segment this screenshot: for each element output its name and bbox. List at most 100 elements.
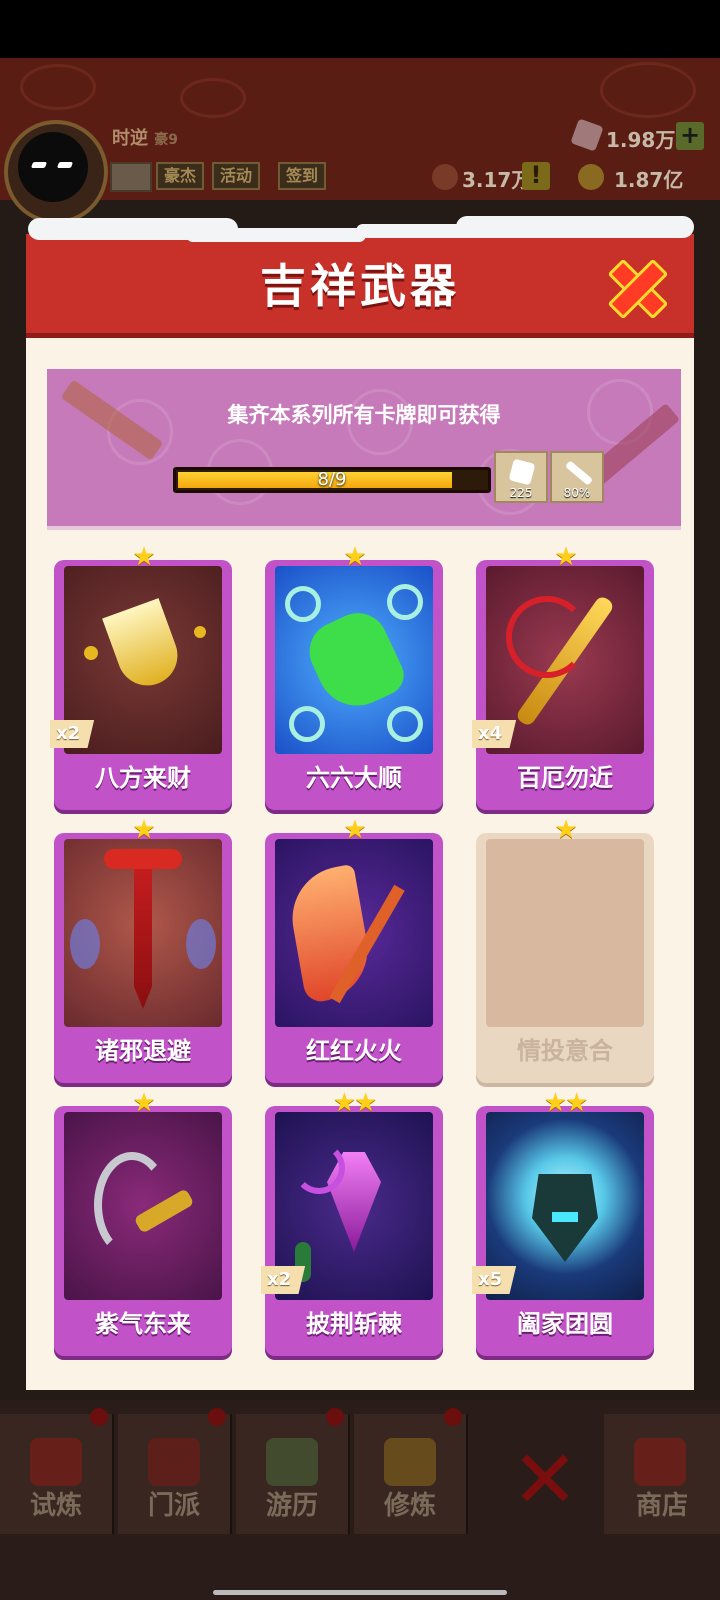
checkin-button[interactable]: 签到 — [278, 162, 327, 190]
sword-icon — [564, 460, 594, 486]
card-hejia-tuanyuan[interactable]: x5 阖家团圆 ★★ — [472, 1090, 654, 1358]
nav-trial[interactable]: 试炼 — [0, 1408, 114, 1534]
six-swirl-icon — [387, 584, 423, 620]
crescent-icon — [293, 1142, 345, 1194]
red-ribbon-icon — [506, 596, 588, 678]
close-menu-icon[interactable]: ✕ — [510, 1440, 580, 1520]
notification-dot — [444, 1408, 462, 1426]
glow-eye-icon — [552, 1212, 578, 1222]
ghost-icon — [70, 919, 100, 969]
nav-travel[interactable]: 游历 — [236, 1408, 350, 1534]
notification-dot — [326, 1408, 344, 1426]
player-name: 时逆 豪9 — [112, 128, 179, 149]
notification-dot — [208, 1408, 226, 1426]
banner-text: 集齐本系列所有卡牌即可获得 — [227, 403, 501, 427]
reward-dice[interactable]: 225 — [494, 451, 548, 503]
card-zhuxie-tuibi[interactable]: 诸邪退避 ★ — [54, 817, 232, 1085]
trial-icon — [30, 1438, 82, 1486]
card-name: 六六大顺 — [306, 764, 402, 792]
card-ziqi-donglai[interactable]: 紫气东来 ★ — [54, 1090, 232, 1358]
player-level-badge: 豪9 — [154, 132, 179, 148]
six-swirl-icon — [289, 706, 325, 742]
shop-icon — [634, 1438, 686, 1486]
gems-value: 1.98万 — [606, 128, 676, 152]
star-icon: ★ — [132, 542, 155, 572]
nav-label: 试炼 — [29, 1491, 82, 1521]
modal-header: 吉祥武器 — [26, 234, 694, 338]
card-honghong-huohuo[interactable]: 红红火火 ★ — [265, 817, 443, 1085]
card-qingtou-yihe[interactable]: 情投意合 ★ — [476, 817, 654, 1085]
card-name: 阖家团圆 — [517, 1310, 613, 1338]
star-icon: ★ — [132, 1088, 155, 1118]
cultivate-icon — [384, 1438, 436, 1486]
golden-blade-icon — [102, 598, 186, 694]
coin-icon — [578, 164, 604, 190]
progress-label: 8/9 — [317, 469, 347, 490]
green-hand-icon — [299, 603, 411, 719]
star-icon: ★ — [554, 815, 577, 845]
star-icon: ★★ — [543, 1088, 589, 1118]
mail-icon[interactable] — [110, 162, 152, 192]
star-icon: ★★ — [332, 1088, 378, 1118]
dice-icon — [508, 458, 536, 486]
avatar-face-icon — [18, 132, 88, 202]
add-gems-button[interactable]: + — [676, 122, 704, 150]
card-art — [275, 839, 433, 1027]
nav-label: 门派 — [147, 1491, 200, 1521]
card-name: 情投意合 — [517, 1037, 613, 1065]
modal-title: 吉祥武器 — [260, 259, 460, 313]
card-pijing-zhanji[interactable]: x2 披荆斩棘 ★★ — [261, 1090, 443, 1358]
six-swirl-icon — [285, 586, 321, 622]
star-icon: ★ — [343, 815, 366, 845]
card-count: x5 — [472, 1266, 517, 1294]
power-icon — [432, 164, 458, 190]
heroes-button[interactable]: 豪杰 — [156, 162, 205, 190]
coins-value: 1.87亿 — [614, 168, 684, 192]
home-indicator[interactable] — [213, 1590, 507, 1595]
nav-label: 商店 — [635, 1491, 688, 1521]
six-swirl-icon — [387, 706, 423, 742]
star-icon: ★ — [343, 542, 366, 572]
card-name: 披荆斩棘 — [306, 1310, 402, 1338]
coin-icon — [194, 626, 206, 638]
sword-guard-icon — [104, 849, 182, 869]
card-count: x2 — [261, 1266, 306, 1294]
card-name: 诸邪退避 — [95, 1037, 191, 1065]
card-baie-wujin[interactable]: x4 百厄勿近 ★ — [472, 544, 654, 812]
card-name: 红红火火 — [306, 1037, 402, 1065]
collection-banner: 集齐本系列所有卡牌即可获得 8/9 225 80% — [47, 369, 681, 530]
close-button[interactable] — [602, 252, 669, 320]
notification-dot — [90, 1408, 108, 1426]
travel-icon — [266, 1438, 318, 1486]
red-sword-icon — [134, 859, 152, 1009]
star-icon: ★ — [132, 815, 155, 845]
card-art — [275, 566, 433, 754]
power-alert-button[interactable]: ! — [522, 162, 550, 190]
nav-sect[interactable]: 门派 — [118, 1408, 232, 1534]
nav-shop[interactable]: 商店 — [604, 1414, 720, 1534]
card-name: 紫气东来 — [95, 1310, 191, 1338]
card-bafang-laicai[interactable]: x2 八方来财 ★ — [50, 544, 232, 812]
sect-icon — [148, 1438, 200, 1486]
snow-decoration — [26, 216, 694, 246]
flame-blade-icon — [284, 863, 376, 1005]
power-value: 3.17万 — [462, 168, 532, 192]
reward-value: 225 — [509, 486, 533, 500]
card-art — [64, 1112, 222, 1300]
reward-sword[interactable]: 80% — [550, 451, 604, 503]
card-art-locked — [486, 839, 644, 1027]
card-art — [64, 839, 222, 1027]
ghost-icon — [186, 919, 216, 969]
nav-label: 修炼 — [383, 1491, 436, 1521]
card-count: x2 — [50, 720, 95, 748]
reward-value: 80% — [563, 486, 591, 500]
star-icon: ★ — [554, 542, 577, 572]
collection-progress-bar: 8/9 — [173, 467, 491, 493]
nav-cultivate[interactable]: 修炼 — [354, 1408, 468, 1534]
nav-label: 游历 — [265, 1491, 318, 1521]
card-count: x4 — [472, 720, 517, 748]
card-liuliu-dashun[interactable]: 六六大顺 ★ — [265, 544, 443, 812]
status-bar — [0, 0, 720, 58]
events-button[interactable]: 活动 — [212, 162, 261, 190]
coin-icon — [84, 646, 98, 660]
